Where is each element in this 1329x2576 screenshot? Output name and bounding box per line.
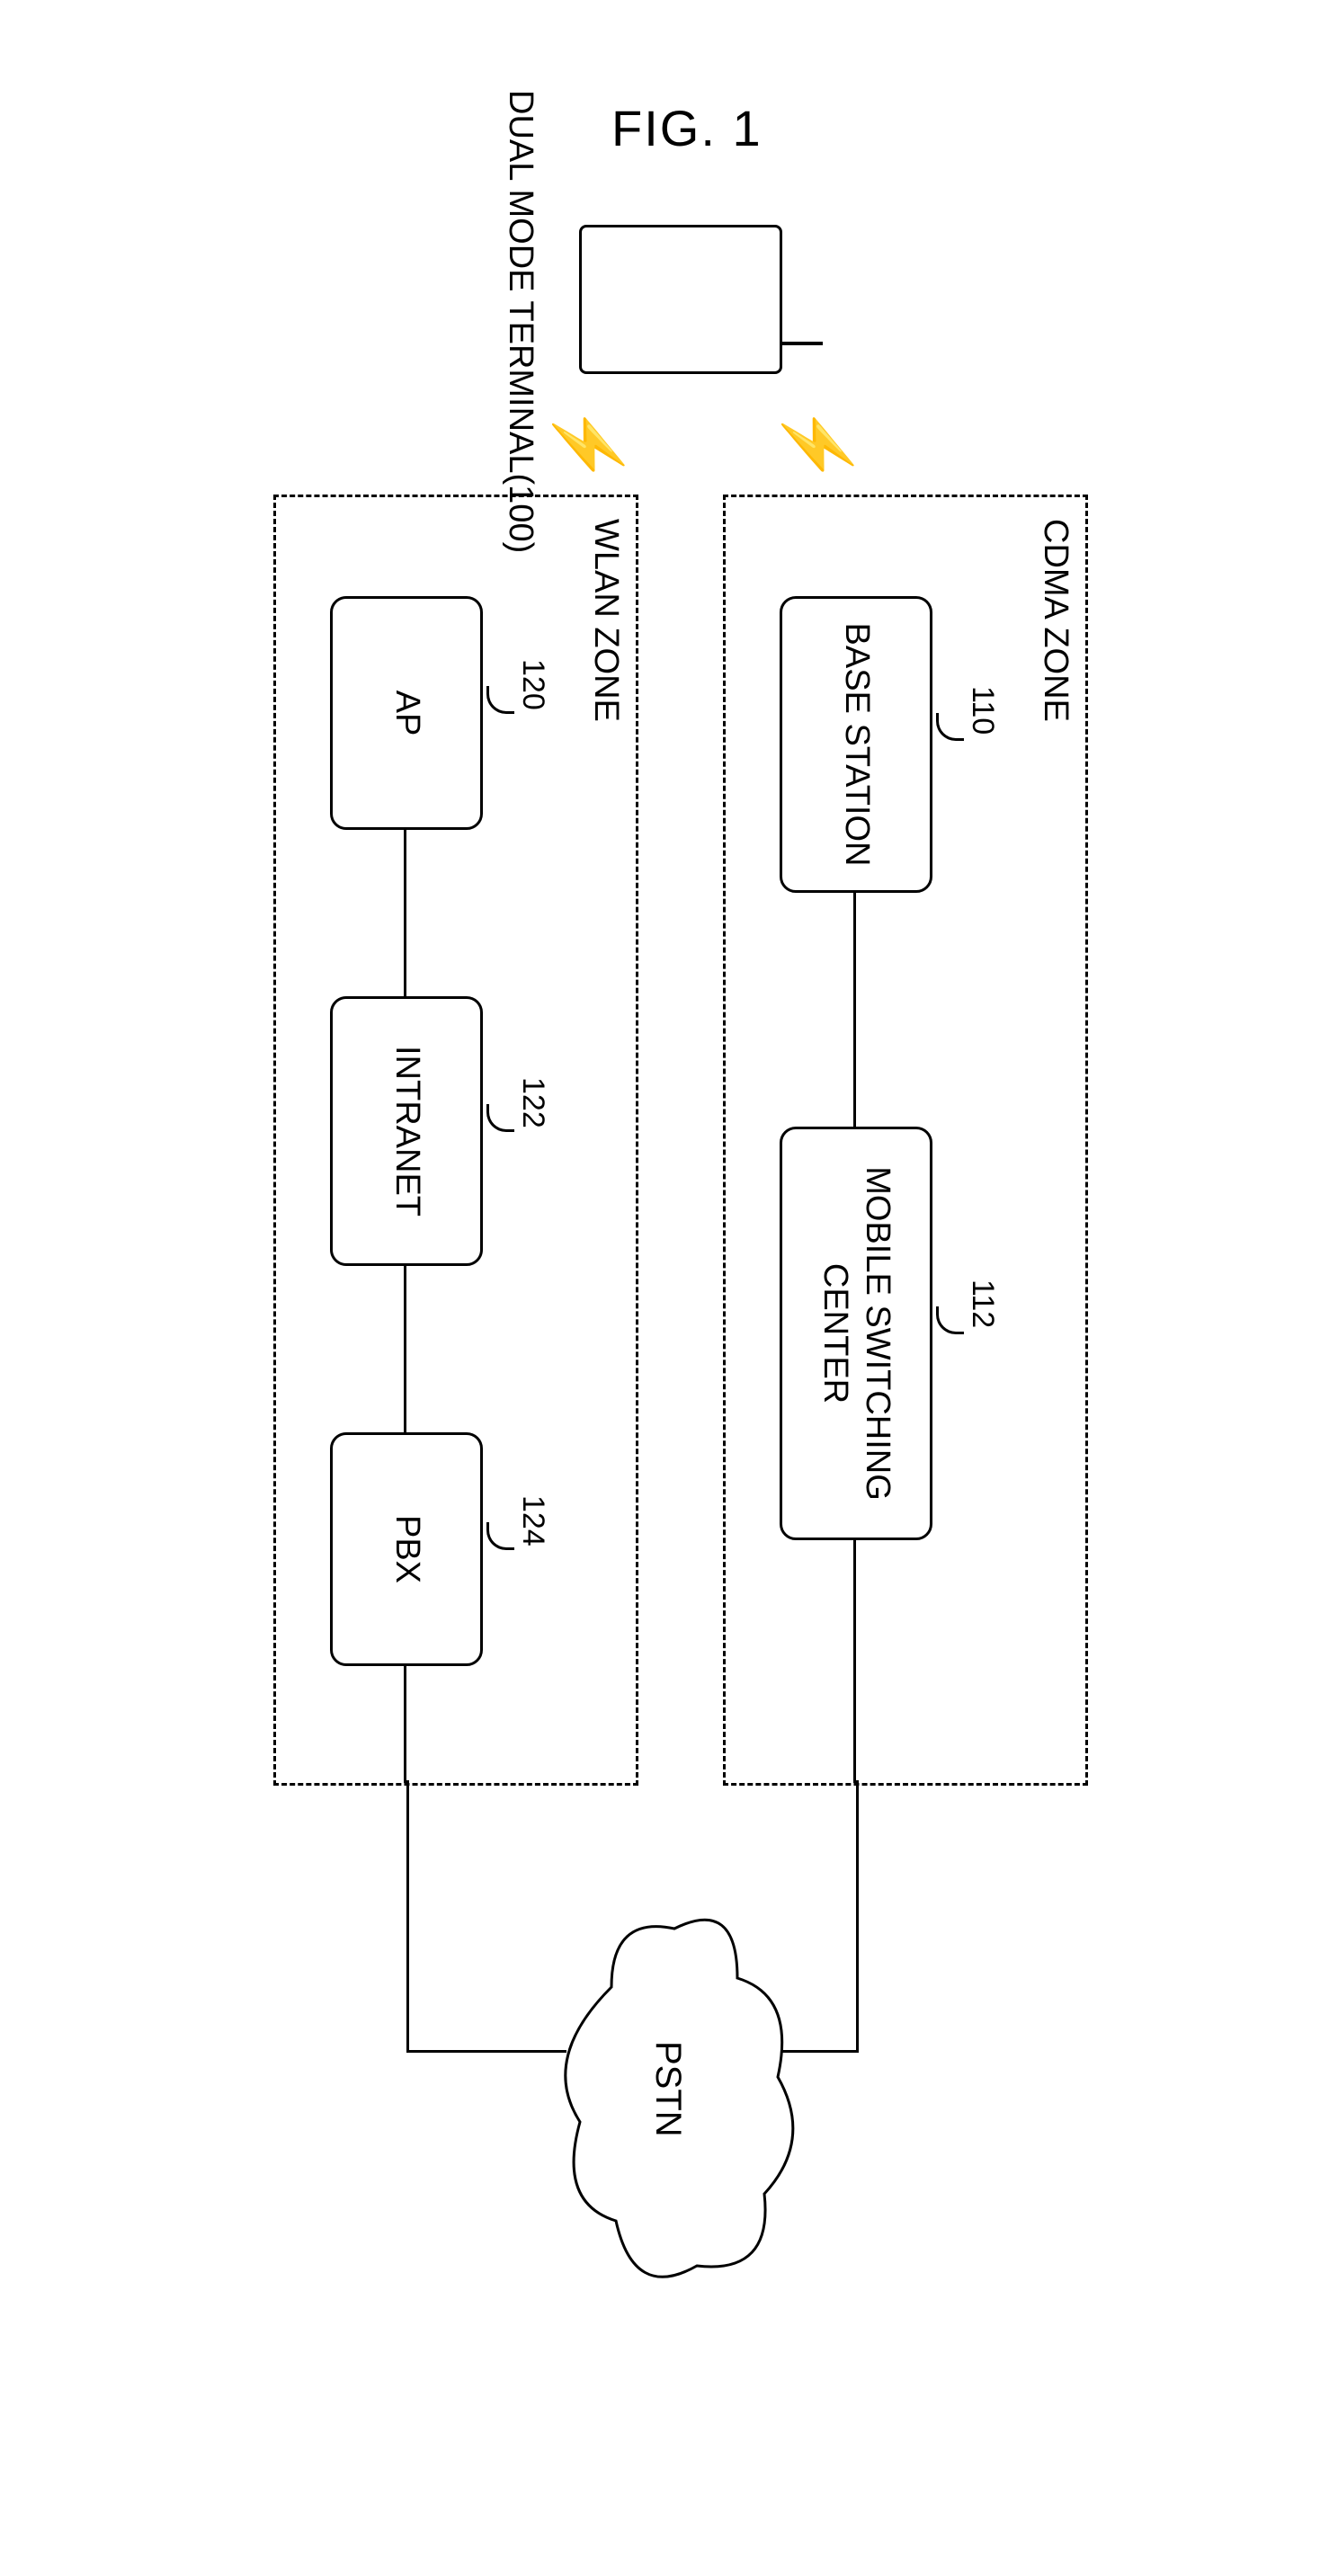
base-station-label: BASE STATION: [834, 623, 878, 867]
radio-bolt-icon: ⚡: [785, 405, 850, 486]
intranet-label: INTRANET: [385, 1046, 428, 1217]
wlan-zone-label: WLAN ZONE: [586, 519, 625, 722]
connector: [404, 830, 406, 996]
connector: [406, 1780, 409, 2050]
msc-ref: 112: [965, 1279, 1000, 1328]
radio-bolt-icon: ⚡: [556, 405, 620, 486]
ref-tick: [936, 713, 964, 741]
ap-ref: 120: [515, 659, 550, 710]
wlan-zone: WLAN ZONE AP 120 INTRANET 122 PBX 124: [273, 495, 638, 1786]
ref-tick: [486, 686, 514, 714]
cdma-zone: CDMA ZONE BASE STATION 110 MOBILE SWITCH…: [723, 495, 1088, 1786]
connector: [404, 1266, 406, 1432]
ref-tick: [486, 1522, 514, 1550]
connector: [404, 1666, 406, 1783]
ref-tick: [936, 1306, 964, 1334]
connector: [853, 893, 856, 1127]
figure-title: FIG. 1: [611, 99, 763, 157]
pbx-label: PBX: [385, 1515, 428, 1583]
msc-label: MOBILE SWITCHING CENTER: [814, 1166, 899, 1501]
ap-label: AP: [385, 691, 428, 736]
phone-icon: [579, 225, 782, 374]
pstn-label: PSTN: [647, 2041, 688, 2137]
dual-mode-terminal-label: DUAL MODE TERMINAL(100): [501, 90, 540, 553]
pbx-block: PBX: [330, 1432, 483, 1666]
intranet-block: INTRANET: [330, 996, 483, 1266]
ap-block: AP: [330, 596, 483, 830]
intranet-ref: 122: [515, 1077, 550, 1128]
base-station-block: BASE STATION: [780, 596, 932, 893]
pbx-ref: 124: [515, 1495, 550, 1546]
cdma-zone-label: CDMA ZONE: [1036, 519, 1075, 722]
ref-tick: [486, 1104, 514, 1132]
connector: [856, 1780, 859, 2050]
phone-antenna-icon: [782, 342, 823, 345]
connector: [853, 1540, 856, 1783]
msc-block: MOBILE SWITCHING CENTER: [780, 1127, 932, 1540]
base-station-ref: 110: [965, 686, 1000, 735]
